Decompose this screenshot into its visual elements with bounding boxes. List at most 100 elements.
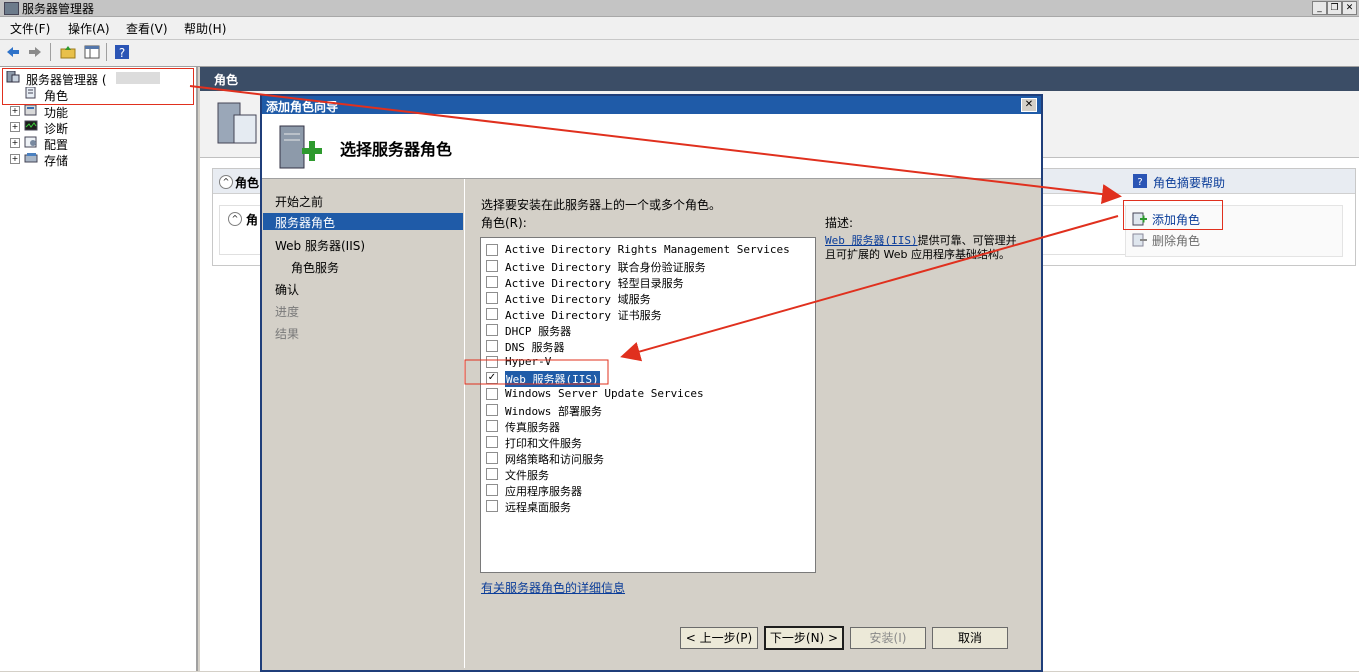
role-item[interactable]: Windows Server Update Services bbox=[481, 386, 811, 402]
minimize-icon[interactable]: _ bbox=[1312, 1, 1327, 15]
role-checkbox[interactable] bbox=[486, 388, 498, 400]
role-item[interactable]: Windows 部署服务 bbox=[481, 402, 811, 418]
role-label: Active Directory 域服务 bbox=[505, 293, 651, 306]
description-link[interactable]: Web 服务器(IIS) bbox=[825, 234, 918, 247]
role-label: 远程桌面服务 bbox=[505, 501, 571, 514]
role-checkbox[interactable]: ✓ bbox=[486, 372, 498, 384]
role-checkbox[interactable] bbox=[486, 244, 498, 256]
step-web-server[interactable]: Web 服务器(IIS) bbox=[275, 237, 365, 254]
close-icon[interactable]: ✕ bbox=[1342, 1, 1357, 15]
role-label: Active Directory Rights Management Servi… bbox=[505, 243, 790, 256]
role-checkbox[interactable] bbox=[486, 308, 498, 320]
tree-item-label: 存储 bbox=[44, 154, 69, 168]
navigation-tree: 服务器管理器 ( 角色 + 功能 + 诊断 + 配置 + 存储 bbox=[0, 67, 198, 671]
tree-item-label: 功能 bbox=[44, 106, 69, 120]
role-checkbox[interactable] bbox=[486, 276, 498, 288]
annotation-highlight-tree bbox=[2, 68, 194, 105]
role-checkbox[interactable] bbox=[486, 356, 498, 368]
step-results: 结果 bbox=[275, 327, 300, 341]
role-label: 应用程序服务器 bbox=[505, 485, 582, 498]
role-label: 网络策略和访问服务 bbox=[505, 453, 604, 466]
help-icon[interactable]: ? bbox=[114, 44, 130, 60]
menu-file[interactable]: 文件(F) bbox=[10, 20, 50, 37]
roles-section-title: 角色 bbox=[235, 176, 260, 190]
role-item[interactable]: 远程桌面服务 bbox=[481, 498, 811, 514]
role-label: Windows Server Update Services bbox=[505, 387, 704, 400]
dialog-header: 选择服务器角色 bbox=[262, 114, 1041, 179]
role-item[interactable]: ✓ Web 服务器(IIS) bbox=[481, 370, 811, 387]
server-role-add-icon bbox=[279, 125, 322, 169]
svg-text:?: ? bbox=[119, 46, 125, 60]
role-checkbox[interactable] bbox=[486, 452, 498, 464]
role-checkbox[interactable] bbox=[486, 324, 498, 336]
annotation-highlight-add-role bbox=[1123, 200, 1223, 230]
role-item[interactable]: 文件服务 bbox=[481, 466, 811, 482]
role-item[interactable]: DHCP 服务器 bbox=[481, 322, 811, 338]
role-checkbox[interactable] bbox=[486, 340, 498, 352]
close-icon[interactable]: ✕ bbox=[1021, 98, 1037, 112]
role-item[interactable]: 打印和文件服务 bbox=[481, 434, 811, 450]
server-manager-icon bbox=[4, 2, 19, 15]
role-item[interactable]: Active Directory 域服务 bbox=[481, 290, 811, 306]
role-checkbox[interactable] bbox=[486, 436, 498, 448]
roles-checkbox-list: Active Directory Rights Management Servi… bbox=[480, 237, 816, 573]
role-label: DNS 服务器 bbox=[505, 341, 565, 354]
next-button[interactable]: 下一步(N) > bbox=[764, 626, 844, 650]
role-item[interactable]: Active Directory Rights Management Servi… bbox=[481, 242, 811, 258]
roles-subsection-title: 角 bbox=[246, 213, 259, 227]
collapse-icon[interactable]: ^ bbox=[228, 212, 242, 226]
role-item[interactable]: Active Directory 联合身份验证服务 bbox=[481, 258, 811, 274]
toolbar-divider bbox=[106, 43, 107, 61]
forward-arrow-icon[interactable] bbox=[27, 44, 43, 60]
cancel-button[interactable]: 取消 bbox=[932, 627, 1008, 649]
expand-icon[interactable]: + bbox=[10, 138, 20, 148]
step-server-roles: 服务器角色 bbox=[275, 216, 336, 230]
role-item[interactable]: DNS 服务器 bbox=[481, 338, 811, 354]
menu-help[interactable]: 帮助(H) bbox=[184, 20, 226, 37]
step-server-roles-selected[interactable]: 服务器角色 bbox=[263, 213, 463, 230]
roles-help-link[interactable]: 角色摘要帮助 bbox=[1153, 174, 1225, 191]
role-checkbox[interactable] bbox=[486, 420, 498, 432]
expand-icon[interactable]: + bbox=[10, 122, 20, 132]
window-title: 服务器管理器 bbox=[22, 2, 95, 16]
step-confirmation[interactable]: 确认 bbox=[275, 281, 299, 298]
role-item[interactable]: 应用程序服务器 bbox=[481, 482, 811, 498]
expand-icon[interactable]: + bbox=[10, 154, 20, 164]
menu-view[interactable]: 查看(V) bbox=[126, 20, 168, 37]
back-arrow-icon[interactable] bbox=[5, 44, 21, 60]
role-item[interactable]: Active Directory 证书服务 bbox=[481, 306, 811, 322]
description-label: 描述: bbox=[825, 216, 854, 230]
remove-roles-link: 删除角色 bbox=[1152, 234, 1201, 248]
role-item[interactable]: Active Directory 轻型目录服务 bbox=[481, 274, 811, 290]
role-checkbox[interactable] bbox=[486, 404, 498, 416]
show-hide-tree-icon[interactable] bbox=[84, 44, 100, 60]
dialog-title-bar: 添加角色向导 ✕ bbox=[262, 96, 1041, 114]
role-label: 传真服务器 bbox=[505, 421, 560, 434]
role-item[interactable]: 网络策略和访问服务 bbox=[481, 450, 811, 466]
expand-icon[interactable]: + bbox=[10, 106, 20, 116]
role-item[interactable]: 传真服务器 bbox=[481, 418, 811, 434]
role-label: Web 服务器(IIS) bbox=[505, 371, 600, 387]
description-block: Web 服务器(IIS)提供可靠、可管理并且可扩展的 Web 应用程序基础结构。 bbox=[825, 234, 1021, 262]
dialog-heading: 选择服务器角色 bbox=[340, 140, 453, 159]
previous-button[interactable]: < 上一步(P) bbox=[680, 627, 758, 649]
help-icon: ? bbox=[1133, 174, 1147, 188]
menu-action[interactable]: 操作(A) bbox=[68, 20, 110, 37]
up-folder-icon[interactable] bbox=[60, 44, 76, 60]
role-checkbox[interactable] bbox=[486, 484, 498, 496]
step-role-services[interactable]: 角色服务 bbox=[291, 259, 339, 276]
install-button: 安装(I) bbox=[850, 627, 926, 649]
role-item[interactable]: Hyper-V bbox=[481, 354, 811, 370]
role-label: Windows 部署服务 bbox=[505, 405, 602, 418]
role-checkbox[interactable] bbox=[486, 292, 498, 304]
restore-icon[interactable]: ❐ bbox=[1327, 1, 1342, 15]
role-checkbox[interactable] bbox=[486, 468, 498, 480]
step-before-you-begin[interactable]: 开始之前 bbox=[275, 193, 323, 210]
role-label: Active Directory 轻型目录服务 bbox=[505, 277, 684, 290]
collapse-icon[interactable]: ^ bbox=[219, 175, 233, 189]
more-info-link[interactable]: 有关服务器角色的详细信息 bbox=[481, 579, 625, 596]
add-roles-wizard-dialog: 添加角色向导 ✕ 选择服务器角色 开始之前 服务器角色 Web 服务器(IIS)… bbox=[260, 94, 1043, 672]
role-checkbox[interactable] bbox=[486, 260, 498, 272]
role-checkbox[interactable] bbox=[486, 500, 498, 512]
svg-text:?: ? bbox=[1137, 177, 1142, 188]
